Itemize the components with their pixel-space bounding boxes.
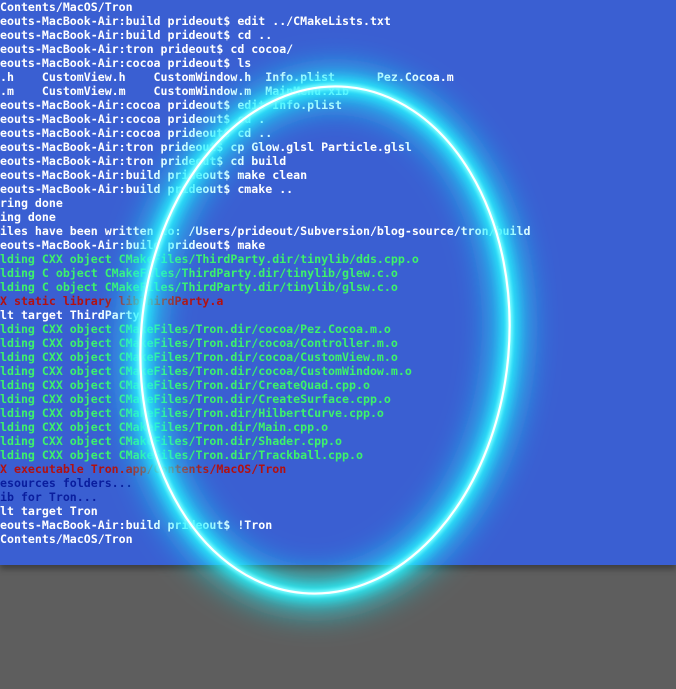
terminal-line: lding CXX object CMakeFiles/Tron.dir/coc… xyxy=(0,336,398,350)
terminal-line: eouts-MacBook-Air:cocoa prideout$ ls xyxy=(0,56,252,70)
terminal-output: Contents/MacOS/Tron eouts-MacBook-Air:bui… xyxy=(0,0,530,546)
terminal-line: ing done xyxy=(0,210,56,224)
terminal-line: eouts-MacBook-Air:build prideout$ !Tron xyxy=(0,518,273,532)
terminal-line: lding CXX object CMakeFiles/Tron.dir/Sha… xyxy=(0,434,343,448)
terminal-line: Contents/MacOS/Tron xyxy=(0,0,133,14)
terminal-line: lding CXX object CMakeFiles/Tron.dir/Mai… xyxy=(0,420,329,434)
terminal-line: lding CXX object CMakeFiles/Tron.dir/Cre… xyxy=(0,392,391,406)
terminal-line: .h CustomView.h CustomWindow.h Info.plis… xyxy=(0,70,454,84)
terminal-line: eouts-MacBook-Air:tron prideout$ cp Glow… xyxy=(0,140,412,154)
terminal-line: eouts-MacBook-Air:build prideout$ cd .. xyxy=(0,28,273,42)
terminal-line: eouts-MacBook-Air:tron prideout$ cd coco… xyxy=(0,42,294,56)
terminal-line: lding C object CMakeFiles/ThirdParty.dir… xyxy=(0,266,398,280)
terminal-window[interactable]: Contents/MacOS/Tron eouts-MacBook-Air:bui… xyxy=(0,0,676,565)
terminal-line: eouts-MacBook-Air:build prideout$ cmake … xyxy=(0,182,294,196)
terminal-line: lding C object CMakeFiles/ThirdParty.dir… xyxy=(0,280,398,294)
terminal-line: lding CXX object CMakeFiles/Tron.dir/Tra… xyxy=(0,448,363,462)
terminal-line: lding CXX object CMakeFiles/ThirdParty.d… xyxy=(0,252,419,266)
terminal-line: lt target ThirdParty xyxy=(0,308,140,322)
terminal-line: eouts-MacBook-Air:build prideout$ make xyxy=(0,238,266,252)
terminal-line: lt target Tron xyxy=(0,504,98,518)
terminal-line: lding CXX object CMakeFiles/Tron.dir/Cre… xyxy=(0,378,370,392)
terminal-line: eouts-MacBook-Air:build prideout$ edit .… xyxy=(0,14,391,28)
terminal-line: ring done xyxy=(0,196,63,210)
terminal-line: ib for Tron... xyxy=(0,490,98,504)
desktop-background xyxy=(0,565,676,689)
terminal-line: eouts-MacBook-Air:tron prideout$ cd buil… xyxy=(0,154,287,168)
terminal-line: Contents/MacOS/Tron xyxy=(0,532,133,546)
terminal-line: X executable Tron.app/Contents/MacOS/Tro… xyxy=(0,462,287,476)
terminal-line: eouts-MacBook-Air:build prideout$ make c… xyxy=(0,168,308,182)
terminal-line: X static library libThirdParty.a xyxy=(0,294,224,308)
terminal-line: eouts-MacBook-Air:cocoa prideout$ edit I… xyxy=(0,98,343,112)
terminal-line: lding CXX object CMakeFiles/Tron.dir/coc… xyxy=(0,350,398,364)
terminal-line: lding CXX object CMakeFiles/Tron.dir/coc… xyxy=(0,322,391,336)
terminal-line: lding CXX object CMakeFiles/Tron.dir/coc… xyxy=(0,364,412,378)
terminal-line: esources folders... xyxy=(0,476,133,490)
terminal-line: iles have been written to: /Users/prideo… xyxy=(0,224,531,238)
terminal-line: .m CustomView.m CustomWindow.m MainMenu.… xyxy=(0,84,350,98)
terminal-line: eouts-MacBook-Air:cocoa prideout$ cd . xyxy=(0,112,266,126)
terminal-line: lding CXX object CMakeFiles/Tron.dir/Hil… xyxy=(0,406,384,420)
terminal-line: eouts-MacBook-Air:cocoa prideout$ cd .. xyxy=(0,126,273,140)
